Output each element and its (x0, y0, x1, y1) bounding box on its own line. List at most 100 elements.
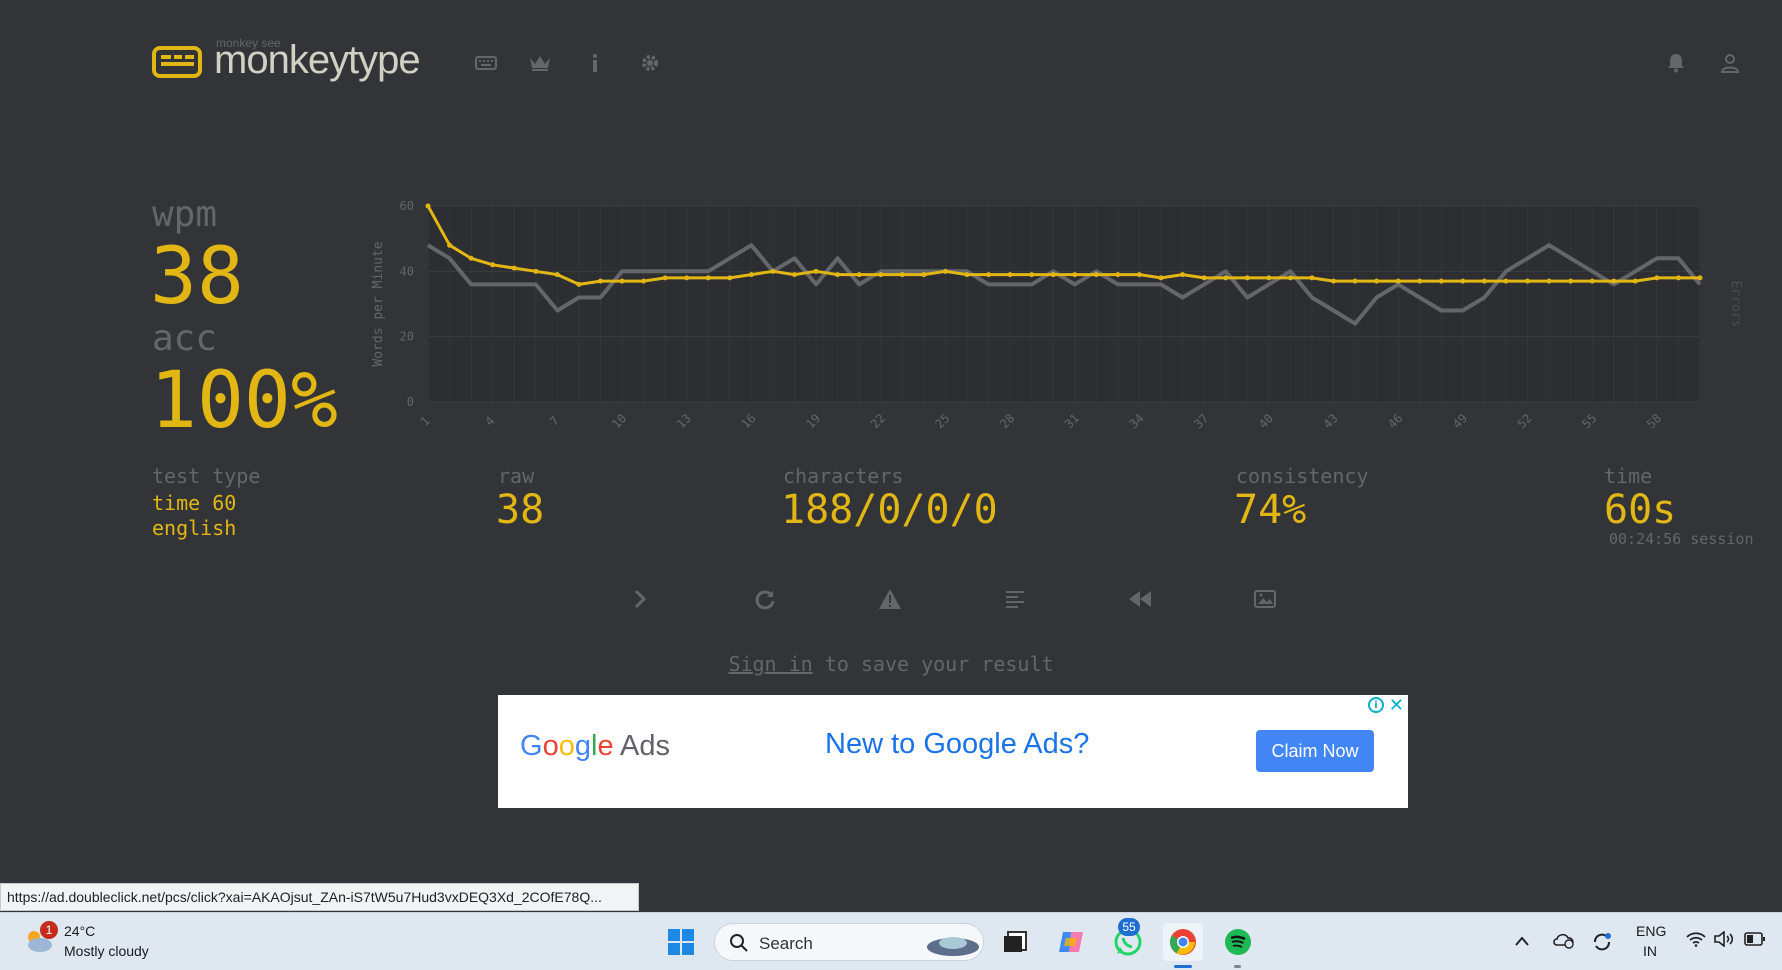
link-status-url: https://ad.doubleclick.net/pcs/click?xai… (0, 883, 639, 911)
volume-icon[interactable] (1714, 930, 1736, 951)
brand-title[interactable]: monkeytype (214, 38, 421, 83)
taskbar: 1 24°C Mostly cloudy Search 55 ENG IN (0, 912, 1782, 970)
wpm-series-point (813, 268, 819, 274)
wpm-series-point (447, 242, 453, 248)
wpm-series-point (1266, 275, 1272, 281)
battery-icon[interactable] (1744, 931, 1766, 950)
wpm-series-point (1158, 275, 1164, 281)
consistency-value: 74% (1234, 487, 1307, 533)
wpm-series-point (1352, 278, 1358, 284)
ad-headline[interactable]: New to Google Ads? (825, 728, 1089, 761)
wpm-series-point (1374, 278, 1380, 284)
chart-x-tick-label: 4 (482, 414, 497, 429)
wpm-series-point (641, 278, 647, 284)
chart-x-tick-label: 43 (1321, 411, 1341, 431)
taskbar-search[interactable]: Search (714, 923, 984, 961)
wpm-series-point (1438, 278, 1444, 284)
wpm-series-point (921, 272, 927, 278)
region-indicator[interactable]: IN (1643, 943, 1657, 959)
chart-x-tick-label: 34 (1127, 411, 1147, 431)
chart-x-tick-label: 22 (868, 411, 888, 431)
wpm-series-point (1287, 275, 1293, 281)
task-view-icon[interactable] (995, 923, 1035, 961)
wifi-icon[interactable] (1686, 931, 1706, 951)
weather-badge: 1 (40, 921, 58, 939)
bell-icon[interactable] (1664, 52, 1688, 74)
chart-x-tick-label: 31 (1062, 411, 1082, 431)
google-ads-banner[interactable]: Google Ads New to Google Ads? Claim Now … (498, 695, 1408, 808)
user-icon[interactable] (1718, 52, 1742, 74)
wpm-series-point (1675, 275, 1681, 281)
claim-now-button[interactable]: Claim Now (1256, 730, 1374, 772)
wpm-value: 38 (150, 232, 244, 322)
weather-temp[interactable]: 24°C (64, 923, 95, 939)
spotify-icon[interactable] (1218, 923, 1258, 961)
acc-value: 100% (150, 356, 338, 446)
wpm-series-point (1223, 275, 1229, 281)
next-test-icon[interactable] (625, 584, 655, 614)
keyboard-icon[interactable] (474, 52, 498, 74)
wpm-series-point (1395, 278, 1401, 284)
report-icon[interactable] (875, 584, 905, 614)
characters-label: characters (783, 464, 904, 488)
chrome-active-indicator (1174, 965, 1192, 968)
chart-x-tick-label: 28 (997, 411, 1017, 431)
crown-icon[interactable] (528, 52, 552, 74)
time-label: time (1604, 464, 1653, 488)
weather-desc[interactable]: Mostly cloudy (64, 943, 149, 959)
wpm-series-point (511, 265, 517, 271)
wpm-series-point (899, 272, 905, 278)
wpm-series-point (705, 275, 711, 281)
wpm-series-point (1417, 278, 1423, 284)
info-icon[interactable] (583, 52, 607, 74)
chart-x-tick-label: 19 (803, 411, 823, 431)
chrome-icon[interactable] (1163, 923, 1203, 961)
update-sync-icon[interactable] (1591, 931, 1613, 957)
wpm-series-point (835, 272, 841, 278)
monkeytype-logo-icon[interactable] (152, 46, 202, 78)
wpm-series-point (1309, 275, 1315, 281)
wpm-series-point (1244, 275, 1250, 281)
restart-icon[interactable] (750, 584, 780, 614)
chart-x-tick-label: 46 (1385, 411, 1405, 431)
chart-x-tick-label: 37 (1191, 411, 1211, 431)
raw-label: raw (498, 464, 535, 488)
wpm-series-point (1201, 275, 1207, 281)
wpm-series-point (1072, 272, 1078, 278)
wpm-series-point (619, 278, 625, 284)
windows-start-icon[interactable] (661, 923, 701, 961)
wpm-series-point (1503, 278, 1509, 284)
wpm-series-point (1007, 272, 1013, 278)
wpm-series-point (1697, 275, 1703, 281)
wpm-series-point (1632, 278, 1638, 284)
chart-x-tick-label: 13 (674, 411, 694, 431)
copilot-icon[interactable] (1051, 923, 1091, 961)
onedrive-sync-icon[interactable] (1552, 931, 1576, 953)
wpm-chart: 0 20 40 60 1 4 7 10 13 16 19 22 25 28 31 34 37 40 43 46 49 52… (371, 199, 1743, 431)
wpm-series-point (490, 262, 496, 268)
chart-x-tick-label: 16 (739, 411, 759, 431)
chevron-up-icon[interactable] (1515, 931, 1529, 950)
chart-y-tick-label: 20 (400, 330, 414, 344)
wpm-series-point (878, 272, 884, 278)
signin-link[interactable]: Sign in (728, 652, 812, 676)
screenshot-icon[interactable] (1250, 584, 1280, 614)
gear-icon[interactable] (638, 52, 662, 74)
word-history-icon[interactable] (1000, 584, 1030, 614)
wpm-series-point (792, 272, 798, 278)
wpm-series-point (1029, 272, 1035, 278)
language-indicator[interactable]: ENG (1636, 923, 1666, 939)
wpm-series-point (942, 268, 948, 274)
wpm-series-point (727, 275, 733, 281)
wpm-series-point (1654, 275, 1660, 281)
ad-info-icon[interactable]: i (1368, 697, 1384, 713)
wpm-series-point (1050, 272, 1056, 278)
wpm-series-point (684, 275, 690, 281)
wpm-series-point (597, 278, 603, 284)
whatsapp-badge: 55 (1118, 918, 1140, 936)
wpm-series-point (533, 268, 539, 274)
google-ads-logo: Google Ads (520, 730, 671, 762)
ad-close-icon[interactable]: ✕ (1389, 695, 1404, 716)
wpm-series-point (1115, 272, 1121, 278)
replay-icon[interactable] (1125, 584, 1155, 614)
